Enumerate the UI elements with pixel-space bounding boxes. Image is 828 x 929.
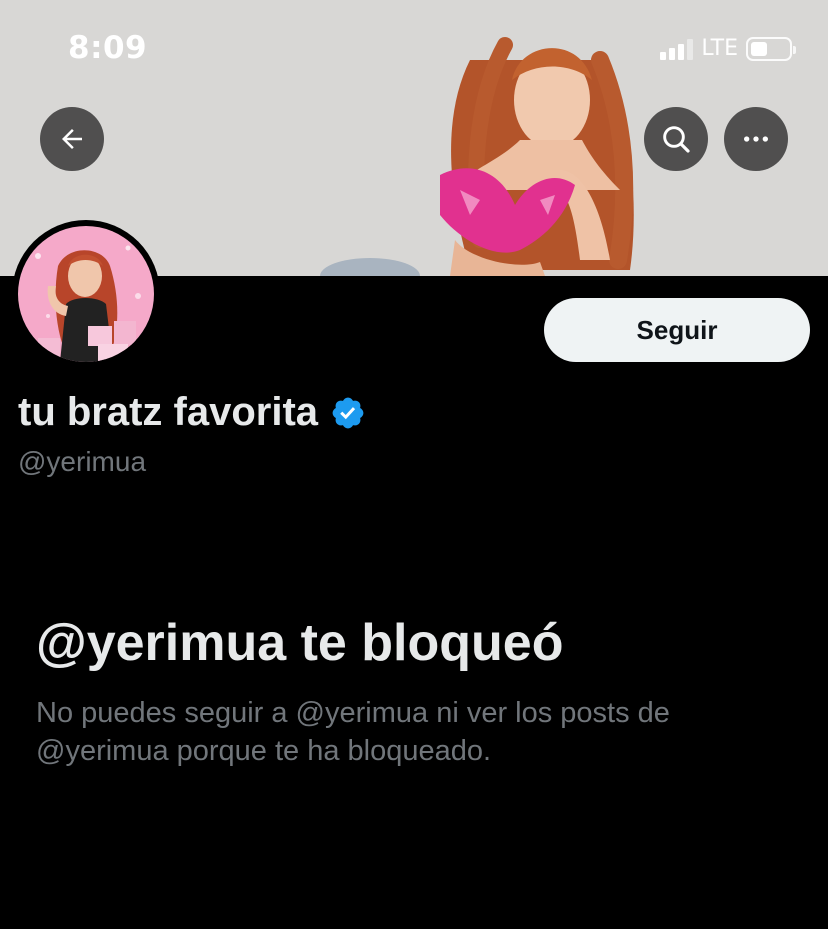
more-options-button[interactable] xyxy=(724,107,788,171)
status-indicators: LTE xyxy=(660,36,796,61)
verified-badge-icon xyxy=(332,397,364,428)
back-button[interactable] xyxy=(40,107,104,171)
profile-display-name: tu bratz favorita xyxy=(18,390,366,435)
avatar[interactable] xyxy=(12,220,160,368)
follow-button[interactable]: Seguir xyxy=(544,298,810,362)
search-icon xyxy=(663,126,690,153)
status-time: 8:09 xyxy=(68,30,148,66)
arrow-left-icon xyxy=(62,129,82,149)
blocked-description: No puedes seguir a @yerimua ni ver los p… xyxy=(36,697,670,767)
battery-icon xyxy=(746,36,796,61)
more-horizontal-icon xyxy=(744,136,768,142)
battery-level xyxy=(751,41,767,56)
avatar-image xyxy=(18,226,154,362)
blocked-title: @yerimua te bloqueó xyxy=(36,614,564,672)
signal-icon xyxy=(660,38,694,60)
display-name-text: tu bratz favorita xyxy=(18,390,319,434)
profile-handle: @yerimua xyxy=(18,446,147,477)
search-button[interactable] xyxy=(644,107,708,171)
network-type: LTE xyxy=(701,36,738,61)
